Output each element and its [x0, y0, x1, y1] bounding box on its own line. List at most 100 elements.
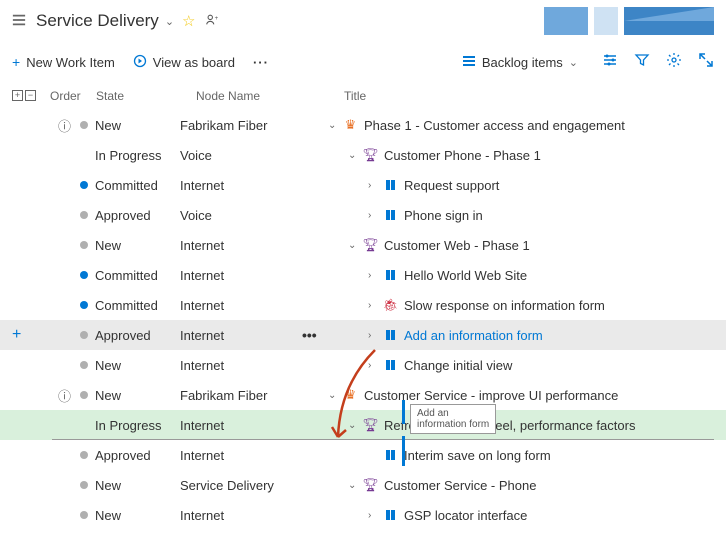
table-row[interactable]: CommittedInternet›Hello World Web Site — [0, 260, 726, 290]
title-cell: ⌄🏆︎Customer Service - Phone — [328, 478, 714, 493]
col-node[interactable]: Node Name — [196, 89, 344, 103]
work-item-title[interactable]: Request support — [404, 178, 499, 193]
mini-chart-1[interactable] — [544, 7, 588, 35]
state-label: New — [95, 388, 121, 403]
work-item-title[interactable]: Slow response on information form — [404, 298, 605, 313]
drag-tooltip: Add aninformation form — [410, 404, 496, 434]
work-item-title[interactable]: Customer Web - Phase 1 — [384, 238, 530, 253]
people-icon[interactable]: + — [205, 13, 219, 30]
table-row[interactable]: +ApprovedInternet›Add an information for… — [0, 320, 726, 350]
work-item-title[interactable]: Phone sign in — [404, 208, 483, 223]
feature-trophy-icon: 🏆︎ — [363, 418, 378, 432]
chevron-expanded-icon[interactable]: ⌄ — [348, 240, 360, 251]
node-cell: Internet — [180, 418, 328, 433]
state-dot-icon — [80, 241, 88, 249]
title-cell: › Change initial view — [328, 358, 714, 373]
work-item-title[interactable]: Phase 1 - Customer access and engagement — [364, 118, 625, 133]
work-item-title[interactable]: GSP locator interface — [404, 508, 527, 523]
state-dot-icon — [80, 451, 88, 459]
state-label: Approved — [95, 328, 151, 343]
table-row[interactable]: NewInternet›GSP locator interface — [0, 500, 726, 530]
state-dot-icon — [80, 331, 88, 339]
new-work-item-button[interactable]: + New Work Item — [12, 54, 115, 70]
chevron-collapsed-icon[interactable]: › — [368, 180, 380, 191]
new-work-item-label: New Work Item — [26, 55, 115, 70]
title-chevron-icon[interactable]: ⌄ — [165, 15, 174, 28]
backlog-items-dropdown[interactable]: Backlog items ⌄ — [462, 54, 586, 71]
state-cell: Approved — [80, 328, 180, 343]
node-cell: Service Delivery — [180, 478, 328, 493]
state-dot-icon — [80, 121, 88, 129]
title-cell: ⌄♛Customer Service - improve UI performa… — [328, 388, 714, 403]
table-row[interactable]: NewInternet⌄🏆︎Customer Web - Phase 1 — [0, 230, 726, 260]
expand-collapse-all[interactable]: + − — [12, 90, 50, 101]
state-cell: New — [80, 358, 180, 373]
state-dot-icon — [80, 511, 88, 519]
expand-all-icon[interactable]: + — [12, 90, 23, 101]
fullscreen-icon[interactable] — [698, 52, 714, 73]
state-dot-icon — [80, 421, 88, 429]
collapse-all-icon[interactable]: − — [25, 90, 36, 101]
chevron-collapsed-icon[interactable]: › — [368, 270, 380, 281]
title-cell: › Phone sign in — [328, 208, 714, 223]
table-row[interactable]: In ProgressVoice⌄🏆︎Customer Phone - Phas… — [0, 140, 726, 170]
work-item-title[interactable]: Change initial view — [404, 358, 512, 373]
chevron-expanded-icon[interactable]: ⌄ — [328, 390, 340, 401]
chevron-expanded-icon[interactable]: ⌄ — [348, 150, 360, 161]
mini-chart-2[interactable] — [594, 7, 714, 35]
node-cell: Internet — [180, 448, 328, 463]
table-row[interactable]: ⓘNewFabrikam Fiber⌄♛Customer Service - i… — [0, 380, 726, 410]
chevron-collapsed-icon[interactable]: › — [368, 510, 380, 521]
pbi-book-icon — [383, 358, 398, 372]
column-headers: + − Order State Node Name Title — [0, 82, 726, 110]
chevron-expanded-icon[interactable]: ⌄ — [348, 420, 360, 431]
work-item-title[interactable]: Hello World Web Site — [404, 268, 527, 283]
work-item-title[interactable]: Customer Service - Phone — [384, 478, 536, 493]
state-label: In Progress — [95, 418, 161, 433]
settings-sliders-icon[interactable] — [602, 52, 618, 73]
state-label: Approved — [95, 208, 151, 223]
ellipsis-icon: ··· — [253, 55, 269, 70]
work-item-title[interactable]: Customer Phone - Phase 1 — [384, 148, 541, 163]
title-cell: › Hello World Web Site — [328, 268, 714, 283]
backlog-items-label: Backlog items — [482, 55, 563, 70]
table-row[interactable]: ⓘNewFabrikam Fiber⌄♛Phase 1 - Customer a… — [0, 110, 726, 140]
chevron-collapsed-icon[interactable]: › — [368, 360, 380, 371]
view-as-board-button[interactable]: View as board — [133, 54, 235, 71]
pbi-book-icon — [383, 508, 398, 522]
title-cell: › Request support — [328, 178, 714, 193]
chevron-expanded-icon[interactable]: ⌄ — [348, 480, 360, 491]
table-row[interactable]: In ProgressInternet⌄🏆︎Refresh web look, … — [0, 410, 726, 440]
chevron-expanded-icon[interactable]: ⌄ — [328, 120, 340, 131]
info-icon[interactable]: ⓘ — [58, 386, 80, 405]
table-row[interactable]: ApprovedVoice›Phone sign in — [0, 200, 726, 230]
table-row[interactable]: CommittedInternet›🐞︎Slow response on inf… — [0, 290, 726, 320]
gear-icon[interactable] — [666, 52, 682, 73]
node-cell: Internet — [180, 238, 328, 253]
title-cell: › GSP locator interface — [328, 508, 714, 523]
chevron-collapsed-icon[interactable]: › — [368, 210, 380, 221]
table-row[interactable]: CommittedInternet›Request support — [0, 170, 726, 200]
state-label: Committed — [95, 178, 158, 193]
col-state[interactable]: State — [96, 89, 196, 103]
table-row[interactable]: ApprovedInternetInterim save on long for… — [0, 440, 726, 470]
col-order[interactable]: Order — [50, 89, 96, 103]
title-cell: ›🐞︎Slow response on information form — [328, 298, 714, 313]
favorite-star-icon[interactable]: ☆ — [182, 12, 195, 30]
row-actions-button[interactable]: ••• — [302, 327, 317, 343]
add-row-button[interactable]: + — [12, 326, 28, 344]
node-cell: Internet — [180, 298, 328, 313]
work-item-title[interactable]: Add an information form — [404, 328, 543, 343]
col-title[interactable]: Title — [344, 89, 714, 103]
more-actions-button[interactable]: ··· — [253, 55, 269, 70]
info-icon[interactable]: ⓘ — [58, 116, 80, 135]
chevron-collapsed-icon[interactable]: › — [368, 300, 380, 311]
filter-icon[interactable] — [634, 52, 650, 73]
work-item-title[interactable]: Interim save on long form — [404, 448, 551, 463]
state-label: New — [95, 508, 121, 523]
table-row[interactable]: NewService Delivery⌄🏆︎Customer Service -… — [0, 470, 726, 500]
table-row[interactable]: NewInternet›Change initial view — [0, 350, 726, 380]
state-cell: New — [80, 478, 180, 493]
state-cell: New — [80, 238, 180, 253]
chevron-collapsed-icon[interactable]: › — [368, 330, 380, 341]
